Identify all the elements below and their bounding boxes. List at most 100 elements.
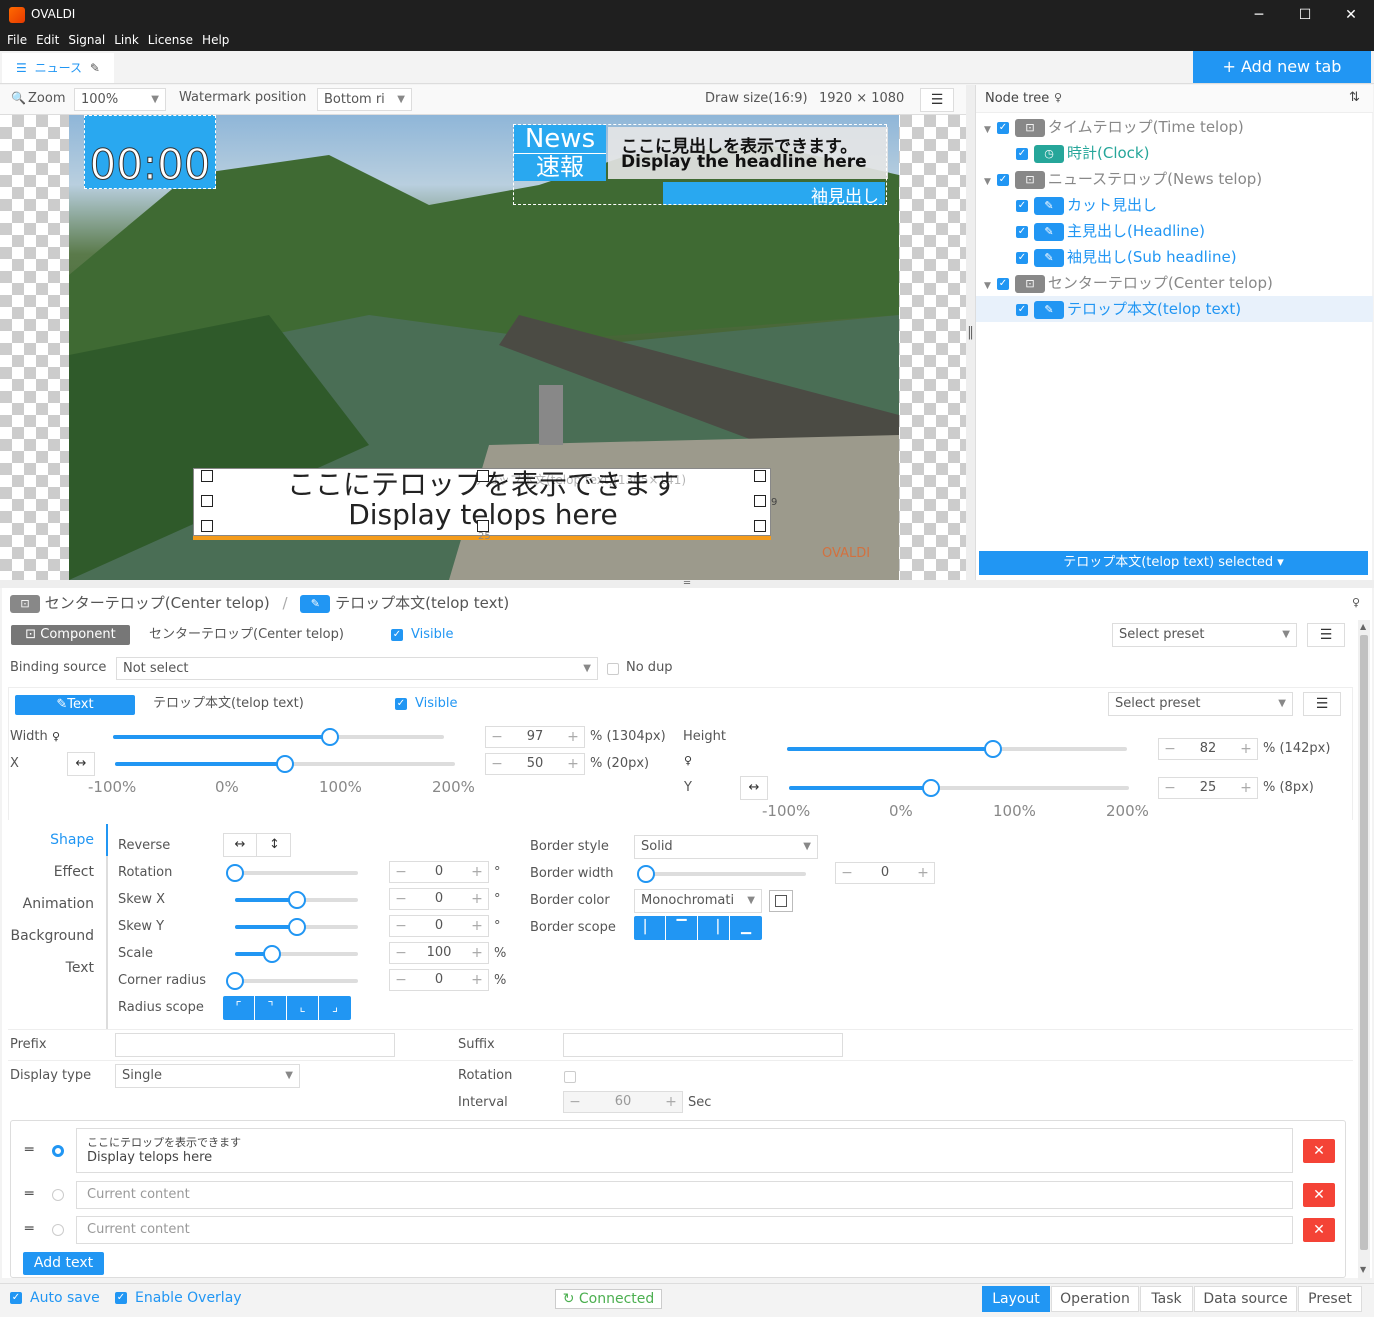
hint-icon[interactable]: ♀ [1054, 91, 1062, 104]
tree-node[interactable]: ▼ ✓ ⊡ タイムテロップ(Time telop) [976, 114, 1373, 140]
horizontal-splitter[interactable]: ═ [0, 579, 1374, 589]
bottom-tab-preset[interactable]: Preset [1298, 1286, 1362, 1312]
menu-item-edit[interactable]: Edit [36, 33, 59, 47]
shape-row-knob[interactable] [287, 891, 306, 909]
entry-radio[interactable] [52, 1224, 64, 1236]
corner-bl-icon[interactable]: ⌞ [287, 996, 319, 1020]
border-width-stepper[interactable]: −0 + [835, 862, 935, 884]
minus-icon[interactable]: − [390, 943, 412, 963]
tree-node[interactable]: ▼ ✓ ⊡ センターテロップ(Center telop) [976, 270, 1373, 296]
shape-row-stepper[interactable]: −0 + [389, 915, 489, 937]
close-button[interactable]: ✕ [1328, 0, 1374, 30]
minus-icon[interactable]: − [390, 916, 412, 936]
shape-row-value[interactable]: 0 [412, 862, 466, 882]
plus-icon[interactable]: + [466, 916, 488, 936]
width-slider[interactable] [113, 735, 444, 739]
delete-entry-button[interactable]: ✕ [1303, 1138, 1335, 1163]
tree-node[interactable]: ✓ ◷ 時計(Clock) [976, 140, 1373, 166]
tree-node[interactable]: ✓ ✎ 主見出し(Headline) [976, 218, 1373, 244]
tree-node[interactable]: ▼ ✓ ⊡ ニューステロップ(News telop) [976, 166, 1373, 192]
border-top-icon[interactable]: ▔ [666, 916, 698, 940]
component-preset-select[interactable]: Select preset ▼ [1112, 623, 1297, 647]
tab-news[interactable]: ☰ ニュース ✎ [2, 53, 114, 83]
zoom-select[interactable]: 100% ▼ [74, 88, 166, 111]
binding-source-select[interactable]: Not select ▼ [116, 657, 598, 680]
resize-handle-tl[interactable] [201, 470, 213, 482]
bottom-tab-task[interactable]: Task [1140, 1286, 1193, 1312]
watermark-select[interactable]: Bottom ri ▼ [317, 88, 412, 111]
corner-br-icon[interactable]: ⌟ [319, 996, 351, 1020]
resize-handle-ml[interactable] [201, 495, 213, 507]
y-slider[interactable] [789, 786, 1129, 790]
node-visible-checkbox[interactable]: ✓ [1016, 147, 1028, 160]
height-value[interactable]: 82 [1181, 739, 1235, 759]
maximize-button[interactable]: ☐ [1282, 0, 1328, 30]
entry-radio[interactable] [52, 1189, 64, 1201]
minus-icon[interactable]: − [486, 727, 508, 747]
flip-vertical-icon[interactable]: ↕ [258, 834, 291, 856]
border-width-knob[interactable] [637, 865, 655, 883]
entry-radio[interactable] [52, 1144, 64, 1157]
entry-textarea[interactable]: Current content [76, 1181, 1293, 1209]
preview-menu-button[interactable]: ☰ [920, 88, 954, 112]
menu-item-signal[interactable]: Signal [68, 33, 105, 47]
auto-save-checkbox[interactable]: ✓ [10, 1292, 22, 1304]
shape-row-value[interactable]: 100 [412, 943, 466, 963]
caret-down-icon[interactable]: ▼ [984, 177, 991, 187]
tree-node[interactable]: ✓ ✎ テロップ本文(telop text) [976, 296, 1373, 322]
resize-handle-tr[interactable] [754, 470, 766, 482]
text-preset-select[interactable]: Select preset ▼ [1108, 692, 1293, 716]
plus-icon[interactable]: + [660, 1092, 682, 1112]
shape-row-slider[interactable] [235, 871, 358, 875]
plus-icon[interactable]: + [466, 889, 488, 909]
delete-entry-button[interactable]: ✕ [1303, 1183, 1335, 1207]
x-value[interactable]: 50 [508, 754, 562, 774]
minimize-button[interactable]: ─ [1236, 0, 1282, 30]
scroll-up-icon[interactable]: ▲ [1360, 622, 1366, 631]
entry-textarea[interactable]: Current content [76, 1216, 1293, 1244]
interval-value[interactable]: 60 [586, 1092, 660, 1112]
resize-handle-tc[interactable] [477, 470, 489, 482]
breadcrumb-parent[interactable]: センターテロップ(Center telop) [45, 594, 270, 612]
node-visible-checkbox[interactable]: ✓ [1016, 303, 1028, 316]
shape-row-stepper[interactable]: −0 + [389, 861, 489, 883]
edit-icon[interactable]: ✎ [90, 61, 100, 75]
no-dup-checkbox[interactable] [607, 663, 619, 675]
side-nav-effect[interactable]: Effect [8, 856, 94, 888]
side-nav-background[interactable]: Background [8, 920, 94, 952]
bottom-tab-data-source[interactable]: Data source [1194, 1286, 1297, 1312]
shape-row-value[interactable]: 0 [412, 889, 466, 909]
border-width-slider[interactable] [646, 872, 806, 876]
hint-icon[interactable]: ♀ [1352, 596, 1360, 609]
shape-row-knob[interactable] [226, 972, 244, 990]
shape-row-knob[interactable] [226, 864, 244, 882]
border-style-select[interactable]: Solid ▼ [634, 835, 818, 859]
text-node-name-input[interactable]: テロップ本文(telop text) [146, 693, 384, 715]
node-visible-checkbox[interactable]: ✓ [1016, 199, 1028, 212]
scroll-down-icon[interactable]: ▼ [1360, 1265, 1366, 1274]
component-menu-button[interactable]: ☰ [1307, 623, 1345, 647]
resize-handle-br[interactable] [754, 520, 766, 532]
sort-icon[interactable]: ⇅ [1349, 90, 1360, 105]
y-center-button[interactable]: ↔ [740, 776, 768, 800]
menu-item-file[interactable]: File [7, 33, 27, 47]
node-visible-checkbox[interactable]: ✓ [996, 173, 1009, 186]
minus-icon[interactable]: − [1159, 739, 1181, 759]
minus-icon[interactable]: − [836, 863, 858, 883]
plus-icon[interactable]: + [562, 754, 584, 774]
prefix-input[interactable] [115, 1033, 395, 1057]
shape-row-stepper[interactable]: −0 + [389, 888, 489, 910]
width-value[interactable]: 97 [508, 727, 562, 747]
minus-icon[interactable]: − [390, 862, 412, 882]
bottom-tab-layout[interactable]: Layout [982, 1286, 1050, 1312]
border-left-icon[interactable]: ▏ [634, 916, 666, 940]
selected-node-button[interactable]: テロップ本文(telop text) selected ▾ [979, 551, 1368, 575]
component-visible-checkbox[interactable]: ✓ [391, 629, 403, 641]
drag-handle-icon[interactable]: ═ [25, 1142, 33, 1158]
flip-horizontal-icon[interactable]: ↔ [224, 834, 257, 856]
delete-entry-button[interactable]: ✕ [1303, 1218, 1335, 1242]
corner-tr-icon[interactable]: ⌝ [255, 996, 287, 1020]
side-nav-shape[interactable]: Shape [8, 824, 94, 856]
resize-handle-bc[interactable] [477, 520, 489, 532]
side-nav-animation[interactable]: Animation [8, 888, 94, 920]
